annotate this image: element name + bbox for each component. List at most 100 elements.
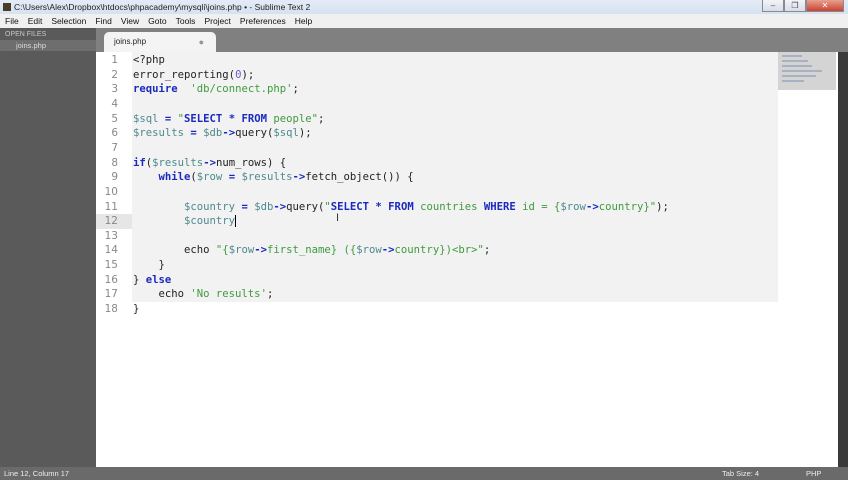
menu-project[interactable]: Project <box>204 14 230 28</box>
code-token: country}" <box>598 200 657 213</box>
menu-help[interactable]: Help <box>295 14 312 28</box>
sidebar: OPEN FILES joins.php <box>0 28 96 467</box>
minimap[interactable] <box>778 52 836 90</box>
code-token: echo <box>133 244 216 257</box>
code-token: country})<br>" <box>394 244 484 257</box>
menu-preferences[interactable]: Preferences <box>240 14 286 28</box>
line-number: 1 <box>111 54 118 66</box>
window-title: C:\Users\Alex\Dropbox\htdocs\phpacademy\… <box>14 2 311 12</box>
unsaved-dot-icon[interactable]: ● <box>199 32 204 52</box>
line-number: 11 <box>104 200 118 213</box>
code-text: error_reporting(0); <box>133 68 254 83</box>
status-bar: Line 12, Column 17 Tab Size: 4 PHP <box>0 467 848 480</box>
code-token: $country <box>184 200 236 213</box>
code-token: $row <box>356 244 382 257</box>
tab-joins-php[interactable]: joins.php ● <box>104 32 216 52</box>
app-icon <box>3 3 11 11</box>
line-number: 18 <box>104 303 118 316</box>
syntax-mode[interactable]: PHP <box>806 467 821 480</box>
code-text: $sql = "SELECT * FROM people"; <box>133 112 324 127</box>
menu-edit[interactable]: Edit <box>28 14 43 28</box>
code-token: $row <box>228 244 255 257</box>
code-token: } <box>133 303 140 316</box>
code-token: -> <box>585 200 599 213</box>
code-token: people" <box>266 112 318 125</box>
line-number: 5 <box>111 112 118 125</box>
code-token: num_rows) { <box>215 156 287 169</box>
menu-file[interactable]: File <box>5 14 19 28</box>
code-token: id = { <box>515 200 561 213</box>
code-token: countries <box>413 200 484 213</box>
code-text: } <box>133 258 165 273</box>
title-bar: C:\Users\Alex\Dropbox\htdocs\phpacademy\… <box>0 0 848 14</box>
code-token: -> <box>203 156 216 169</box>
code-token: <?php <box>133 54 165 66</box>
code-token: $results <box>241 171 293 184</box>
menu-view[interactable]: View <box>121 14 139 28</box>
menu-find[interactable]: Find <box>95 14 112 28</box>
code-token: $db <box>254 200 274 213</box>
code-text: echo "{$row->first_name} ({$row->country… <box>133 243 490 258</box>
line-number: 12 <box>104 215 118 228</box>
code-token: ); <box>241 68 255 81</box>
line-number: 10 <box>104 185 118 198</box>
open-files-header: OPEN FILES <box>5 31 47 38</box>
line-number: 6 <box>111 127 118 140</box>
code-token: ); <box>656 200 669 213</box>
scrollbar[interactable] <box>838 52 848 467</box>
code-token: 'No results' <box>190 288 267 301</box>
line-number: 14 <box>104 244 118 257</box>
code-token: $sql <box>273 127 299 140</box>
maximize-button[interactable]: ❐ <box>784 0 806 12</box>
text-cursor-icon: I <box>336 212 340 224</box>
menu-tools[interactable]: Tools <box>176 14 196 28</box>
code-token: WHERE <box>483 200 516 213</box>
code-token: } <box>133 259 165 272</box>
tab-label: joins.php <box>114 37 147 46</box>
code-token: require <box>133 83 178 96</box>
minimize-button[interactable]: – <box>762 0 784 12</box>
code-token: $row <box>560 200 586 213</box>
code-text: } <box>133 302 139 317</box>
code-token: } <box>133 273 146 286</box>
code-token: -> <box>381 244 395 257</box>
line-number: 3 <box>111 83 118 96</box>
code-token: = <box>184 127 204 140</box>
code-token: fetch_object()) { <box>305 171 414 184</box>
line-number: 8 <box>111 156 118 169</box>
code-text: $country <box>133 214 237 229</box>
code-editor[interactable]: 1 <?php 2 error_reporting(0); 3 require 'db/c… <box>96 52 838 467</box>
code-token: = <box>158 112 178 125</box>
code-token: $results <box>152 156 204 169</box>
menu-goto[interactable]: Goto <box>148 14 166 28</box>
menu-selection[interactable]: Selection <box>51 14 86 28</box>
code-token: first_name} ({ <box>266 244 357 257</box>
tab-size[interactable]: Tab Size: 4 <box>722 467 759 480</box>
menu-bar: File Edit Selection Find View Goto Tools… <box>0 14 848 28</box>
close-button[interactable]: ✕ <box>806 0 844 12</box>
code-text: echo 'No results'; <box>133 287 274 302</box>
code-token: ; <box>292 83 299 96</box>
code-token: ; <box>318 112 325 125</box>
code-text: while($row = $results->fetch_object()) { <box>133 170 414 185</box>
code-token: $sql <box>133 112 159 125</box>
code-token: $results <box>133 127 185 140</box>
code-token: $country <box>184 215 236 228</box>
code-token: = <box>222 171 242 184</box>
code-text: <?php <box>133 53 165 68</box>
code-token: "{ <box>215 244 229 257</box>
tab-bar: joins.php ● <box>96 28 848 52</box>
code-token: error_reporting( <box>133 68 236 81</box>
code-text: if($results->num_rows) { <box>133 156 286 171</box>
code-text: } else <box>133 273 171 288</box>
sidebar-file-joins[interactable]: joins.php <box>0 40 96 51</box>
code-text: $country = $db->query("SELECT * FROM cou… <box>133 200 669 215</box>
line-number: 7 <box>111 141 118 154</box>
code-token: 'db/connect.php' <box>190 83 293 96</box>
code-text: $results = $db->query($sql); <box>133 126 312 141</box>
code-token: ; <box>483 244 491 257</box>
